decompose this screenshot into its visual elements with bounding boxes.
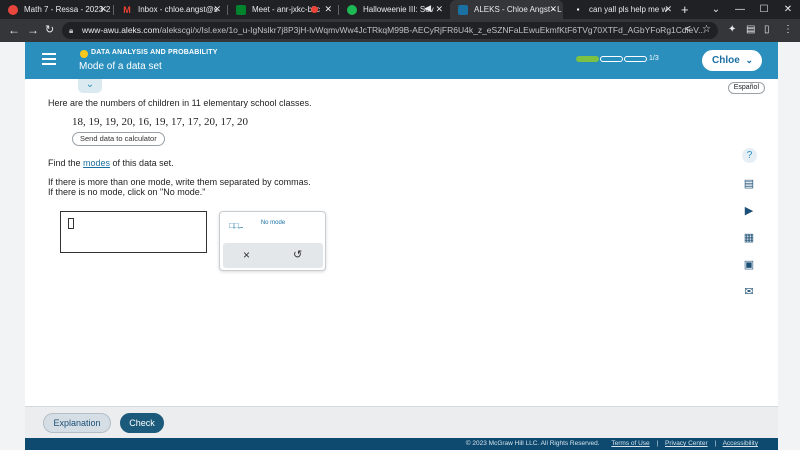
modes-link[interactable]: modes xyxy=(83,158,110,168)
aleks-header: DATA ANALYSIS AND PROBABILITY Mode of a … xyxy=(25,42,778,79)
topic-status-icon xyxy=(80,50,88,58)
topic-category: DATA ANALYSIS AND PROBABILITY xyxy=(91,49,218,56)
chevron-down-icon: ⌄ xyxy=(745,55,753,65)
list-template-button[interactable]: □,□,... xyxy=(229,221,244,230)
browser-tab-active[interactable]: ALEKS - Chloe Angst - L ✕ xyxy=(450,0,563,19)
forward-icon[interactable]: → xyxy=(27,23,39,37)
tab-favicon-icon: ▪ xyxy=(576,5,580,14)
progress-count: 1/3 xyxy=(649,55,659,62)
browser-tab[interactable]: Math 7 - Ressa - 2023-2 ✕ xyxy=(0,0,113,19)
address-bar[interactable]: 🔒︎ www-awu.aleks.com/alekscgi/x/Isl.exe/1… xyxy=(62,22,718,39)
clear-icon[interactable]: × xyxy=(243,248,250,262)
browser-tab[interactable]: Meet - anr-jxkc-bkc ✕ xyxy=(228,0,338,19)
progress-segment xyxy=(576,56,599,62)
tab-close-icon[interactable]: ✕ xyxy=(549,4,557,15)
accessibility-link[interactable]: Accessibility xyxy=(723,440,758,447)
no-mode-button[interactable]: No mode xyxy=(260,220,286,227)
chevron-down-icon[interactable]: ⌄ xyxy=(704,0,728,19)
progress-segment xyxy=(624,56,647,62)
tab-close-icon[interactable]: ✕ xyxy=(213,4,221,15)
send-to-calculator-button[interactable]: Send data to calculator xyxy=(72,132,165,146)
help-icon[interactable]: ? xyxy=(742,148,757,163)
share-icon[interactable]: < xyxy=(685,24,691,35)
more-menu-icon[interactable]: ⋮ xyxy=(783,24,793,35)
explanation-button[interactable]: Explanation xyxy=(43,413,111,433)
browser-tab[interactable]: ▪ can yall pls help me w ✕ xyxy=(565,0,678,19)
bookmark-star-icon[interactable]: ☆ xyxy=(702,24,711,35)
instruction-line: If there is more than one mode, write th… xyxy=(48,177,311,187)
browser-tab[interactable]: Halloweenie III: Sev ◀ ✕ xyxy=(339,0,449,19)
browser-tab-strip: Math 7 - Ressa - 2023-2 ✕ M Inbox - chlo… xyxy=(0,0,800,19)
browser-tab[interactable]: M Inbox - chloe.angst@s ✕ xyxy=(114,0,227,19)
check-button[interactable]: Check xyxy=(120,413,164,433)
footer: © 2023 McGraw Hill LLC. All Rights Reser… xyxy=(25,438,778,450)
spotify-icon xyxy=(347,4,357,15)
recording-icon xyxy=(311,6,318,13)
tab-close-icon[interactable]: ✕ xyxy=(435,4,443,15)
tab-close-icon[interactable]: ✕ xyxy=(324,4,332,15)
undo-icon[interactable]: ↺ xyxy=(293,248,302,261)
terms-link[interactable]: Terms of Use xyxy=(611,440,649,447)
meet-icon xyxy=(236,4,246,15)
topic-title: Mode of a data set xyxy=(79,61,162,72)
reload-icon[interactable]: ↻ xyxy=(45,23,54,36)
bottom-action-bar: Explanation Check xyxy=(25,406,778,438)
page-gutter-right xyxy=(778,42,800,450)
maximize-icon[interactable]: ☐ xyxy=(752,0,776,19)
reading-list-icon[interactable]: ▤ xyxy=(746,24,755,35)
tab-favicon-icon xyxy=(8,4,18,15)
notebook-icon[interactable]: ▤ xyxy=(742,177,756,191)
question-intro: Here are the numbers of children in 11 e… xyxy=(48,98,312,108)
copyright-text: © 2023 McGraw Hill LLC. All Rights Reser… xyxy=(465,440,600,447)
menu-icon[interactable] xyxy=(42,53,56,65)
user-menu-button[interactable]: Chloe ⌄ xyxy=(702,50,762,71)
browser-toolbar: ← → ↻ 🔒︎ www-awu.aleks.com/alekscgi/x/Isl… xyxy=(0,19,800,42)
back-icon[interactable]: ← xyxy=(8,23,20,37)
aleks-favicon-icon xyxy=(458,4,468,15)
video-icon[interactable]: ▶ xyxy=(742,204,756,218)
window-controls: ⌄ — ☐ ✕ xyxy=(704,0,800,19)
page-gutter-left xyxy=(0,42,25,450)
minimize-icon[interactable]: — xyxy=(728,0,752,19)
audio-icon[interactable]: ◀ xyxy=(424,3,431,14)
tab-close-icon[interactable]: ✕ xyxy=(99,4,107,15)
progress-bar xyxy=(576,56,647,62)
question-panel: ⌄ Español Here are the numbers of childr… xyxy=(25,79,778,406)
gmail-icon: M xyxy=(123,4,131,15)
sidebar-icon[interactable]: ▯ xyxy=(764,24,770,35)
language-toggle[interactable]: Español xyxy=(727,82,765,94)
tab-close-icon[interactable]: ✕ xyxy=(664,4,672,15)
extensions-icon[interactable]: ✦ xyxy=(728,24,736,35)
instruction-line: If there is no mode, click on "No mode." xyxy=(48,187,206,197)
lock-icon[interactable]: 🔒︎ xyxy=(69,22,73,39)
answer-input[interactable] xyxy=(60,211,207,253)
progress-segment xyxy=(600,56,623,62)
message-icon[interactable]: ✉ xyxy=(742,285,756,299)
calculator-icon[interactable]: ▦ xyxy=(742,231,756,245)
input-cursor xyxy=(68,218,74,229)
answer-keypad: □,□,... No mode × ↺ xyxy=(219,211,326,271)
keypad-actions: × ↺ xyxy=(223,243,323,268)
new-tab-button[interactable]: + xyxy=(681,2,689,17)
question-prompt: Find the modes of this data set. xyxy=(48,158,174,168)
data-set: 18, 19, 19, 20, 16, 19, 17, 17, 20, 17, … xyxy=(72,116,248,128)
privacy-link[interactable]: Privacy Center xyxy=(665,440,708,447)
close-icon[interactable]: ✕ xyxy=(776,0,800,19)
dictionary-icon[interactable]: ▣ xyxy=(742,258,756,272)
collapse-chevron-icon[interactable]: ⌄ xyxy=(78,79,102,93)
